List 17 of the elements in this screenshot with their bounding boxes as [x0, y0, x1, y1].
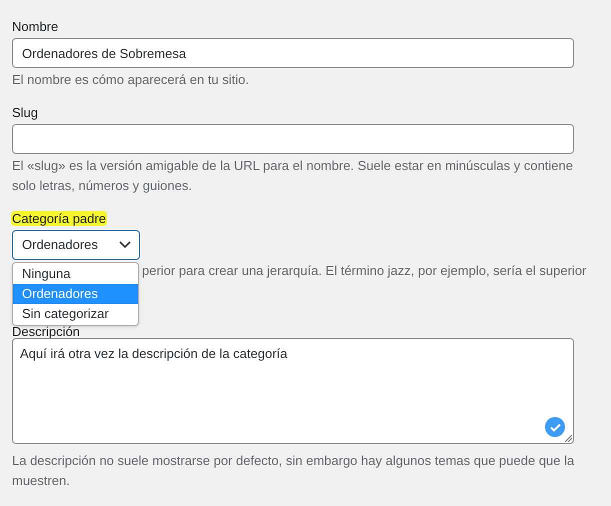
text-area[interactable]: Aquí irá otra vez la descripción de la categoría: [12, 338, 574, 444]
help-text: solo letras, números y guiones.: [12, 177, 193, 195]
help-text: perior para crear una jerarquía. El término jazz, por ejemplo, sería el superior: [142, 262, 586, 280]
dropdown-option[interactable]: Sin categorizar: [13, 304, 138, 324]
field-label: Slug: [12, 105, 38, 120]
resize-handle-icon[interactable]: [565, 435, 572, 442]
help-text: El nombre es cómo aparecerá en tu sitio.: [12, 71, 250, 89]
field-label: Categoría padre: [11, 211, 107, 226]
field-label: Descripción: [12, 324, 80, 339]
help-text: muestren.: [12, 472, 71, 490]
select-dropdown[interactable]: Ordenadores: [12, 230, 140, 260]
field-label: Nombre: [12, 19, 58, 34]
dropdown-option[interactable]: Ninguna: [13, 264, 138, 284]
help-text: La descripción no suele mostrarse por defecto, sin embargo hay algunos temas que puede que la: [12, 452, 574, 470]
text-field[interactable]: Ordenadores de Sobremesa: [12, 38, 574, 68]
chevron-down-icon: [119, 241, 131, 249]
help-text: El «slug» es la versión amigable de la URL para el nombre. Suele estar en minúsculas y contiene: [12, 157, 573, 175]
